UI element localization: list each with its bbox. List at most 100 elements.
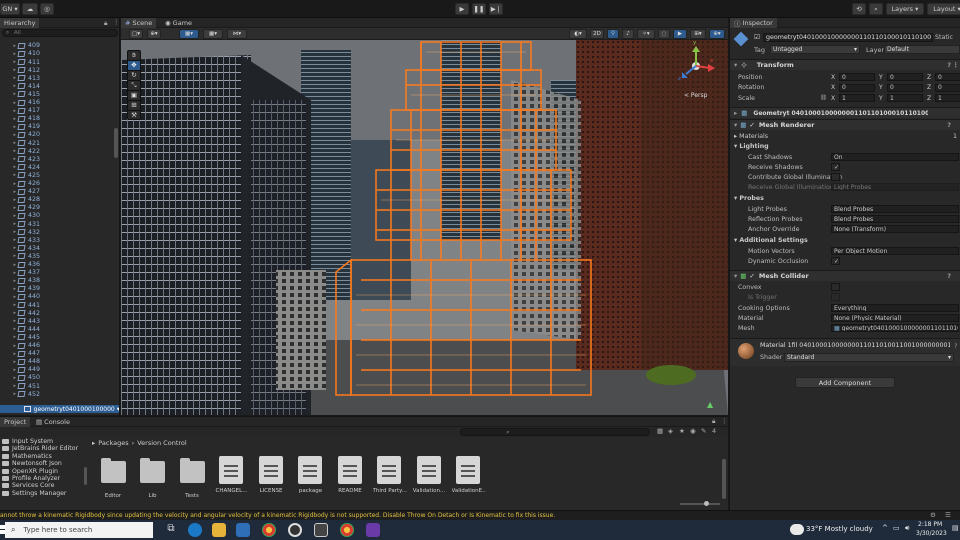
- camera-icon[interactable]: ▶: [673, 29, 687, 39]
- hierarchy-item[interactable]: ▸ 430: [0, 212, 119, 220]
- hierarchy-item[interactable]: ▸ 439: [0, 285, 119, 293]
- project-folder-item[interactable]: Profile Analyzer: [0, 475, 88, 482]
- play-button[interactable]: ▶: [455, 3, 469, 15]
- hierarchy-item[interactable]: ▸ 432: [0, 228, 119, 236]
- chevron-right-icon[interactable]: ▸: [8, 132, 16, 138]
- transform-y-field[interactable]: Y0: [879, 83, 923, 92]
- chevron-right-icon[interactable]: ▸: [8, 156, 16, 162]
- tab-project[interactable]: Project: [0, 417, 31, 427]
- hierarchy-item[interactable]: ▸ 438: [0, 277, 119, 285]
- notifications-icon[interactable]: ▤: [952, 524, 959, 532]
- transform-x-field[interactable]: X0: [831, 73, 875, 81]
- transform-y-field[interactable]: Y1: [879, 94, 923, 102]
- chevron-right-icon[interactable]: ▸: [8, 278, 16, 284]
- chevron-right-icon[interactable]: ▸: [8, 213, 16, 219]
- chevron-right-icon[interactable]: ▸: [8, 51, 16, 57]
- transform-value[interactable]: 0: [935, 83, 960, 92]
- chevron-right-icon[interactable]: ▸: [8, 391, 16, 397]
- rect-tool-icon[interactable]: ▣: [128, 91, 140, 101]
- asset-item[interactable]: Editor: [96, 456, 130, 499]
- chevron-right-icon[interactable]: ▸: [8, 310, 16, 316]
- chevron-right-icon[interactable]: ▸: [8, 375, 16, 381]
- folder-scrollbar[interactable]: [84, 467, 87, 485]
- chevron-right-icon[interactable]: ▸: [8, 367, 16, 373]
- hierarchy-item[interactable]: ▸ 420: [0, 131, 119, 139]
- scene-viewport[interactable]: ✋︎ ✥ ↻ ⤡ ▣ ⊞ ⚒ x y z < Persp ▲: [121, 40, 728, 415]
- transform-z-field[interactable]: Z0: [927, 73, 960, 81]
- transform-header[interactable]: ▾ ⊹ Transform ? ⋮: [730, 59, 960, 70]
- shading-mode-icon[interactable]: ◐▾: [569, 29, 587, 39]
- hierarchy-search-input[interactable]: ⌕ All: [2, 29, 118, 37]
- tag-dropdown[interactable]: Untagged ▾: [770, 45, 860, 54]
- mesh-renderer-header[interactable]: ▾ ▦ ✓ Mesh Renderer ?: [730, 119, 960, 130]
- hierarchy-item[interactable]: ▸ 451: [0, 382, 119, 390]
- hierarchy-item[interactable]: ▸ 442: [0, 309, 119, 317]
- chevron-right-icon[interactable]: ▸: [8, 253, 16, 259]
- grid-icon[interactable]: ▦▾: [203, 29, 223, 39]
- clock-date[interactable]: 3/30/2023: [916, 530, 947, 537]
- volume-icon[interactable]: 🔊︎: [905, 524, 909, 533]
- transform-y-field[interactable]: Y0: [879, 73, 923, 81]
- cast-shadows-dropdown[interactable]: On: [831, 153, 959, 161]
- chevron-right-icon[interactable]: ▸: [8, 43, 16, 49]
- additional-settings-section[interactable]: ▾ Additional Settings: [730, 235, 960, 245]
- hierarchy-scrollbar[interactable]: [114, 128, 118, 158]
- hierarchy-item[interactable]: ▸ 426: [0, 180, 119, 188]
- hierarchy-item[interactable]: ▸ 425: [0, 172, 119, 180]
- hierarchy-item[interactable]: ▸ 427: [0, 188, 119, 196]
- hierarchy-item[interactable]: ▸ 409: [0, 42, 119, 50]
- materials-row[interactable]: ▸ Materials 1: [730, 131, 960, 141]
- layer-dropdown[interactable]: Default: [884, 45, 960, 54]
- probes-section[interactable]: ▾ Probes: [730, 193, 960, 203]
- reflection-probes-dropdown[interactable]: Blend Probes: [831, 215, 959, 223]
- asset-item[interactable]: LICENSE: [254, 456, 288, 494]
- lock-icon[interactable]: 🔒︎: [712, 417, 715, 426]
- cooking-options-dropdown[interactable]: Everything: [831, 304, 959, 312]
- help-icon[interactable]: ?: [947, 61, 951, 69]
- project-folder-item[interactable]: Mathematics: [0, 453, 88, 460]
- chevron-right-icon[interactable]: ▸: [8, 286, 16, 292]
- zoom-slider-handle[interactable]: [704, 501, 709, 506]
- hierarchy-item[interactable]: ▸ 413: [0, 74, 119, 82]
- lock-icon[interactable]: 🔒︎: [104, 19, 107, 28]
- tab-scene[interactable]: # Scene: [121, 18, 157, 28]
- chevron-right-icon[interactable]: ▸: [8, 75, 16, 81]
- hierarchy-item[interactable]: ▸ 436: [0, 261, 119, 269]
- collider-mesh-field[interactable]: ▦ geometryt040100010000000110110100: [831, 324, 959, 332]
- chevron-right-icon[interactable]: ▸: [8, 302, 16, 308]
- hierarchy-item[interactable]: ▸ 428: [0, 196, 119, 204]
- draw-mode-icon[interactable]: ▢▾: [129, 29, 143, 39]
- hierarchy-item[interactable]: ▸ 417: [0, 107, 119, 115]
- effects-icon[interactable]: ✧▾: [637, 29, 655, 39]
- hierarchy-item[interactable]: ▸ 433: [0, 236, 119, 244]
- renderer-enabled-checkbox[interactable]: ✓: [749, 121, 754, 129]
- asset-item[interactable]: Validation...: [412, 456, 446, 494]
- more-icon[interactable]: ⋮: [953, 61, 960, 69]
- chevron-right-icon[interactable]: ▸: [8, 197, 16, 203]
- pause-button[interactable]: ❚❚: [472, 3, 486, 15]
- hierarchy-item[interactable]: ▸ 410: [0, 50, 119, 58]
- collab-icon[interactable]: ◎: [40, 3, 54, 15]
- chevron-right-icon[interactable]: ▸: [8, 172, 16, 178]
- help-icon[interactable]: ?: [954, 342, 957, 350]
- chevron-right-icon[interactable]: ▸: [8, 270, 16, 276]
- audio-icon[interactable]: ♪: [622, 29, 634, 39]
- layout-dropdown[interactable]: Layout ▾: [927, 3, 960, 15]
- progress-icon[interactable]: ⚙: [930, 511, 936, 519]
- transform-z-field[interactable]: Z1: [927, 94, 960, 102]
- lighting-icon[interactable]: 💡︎: [607, 29, 619, 39]
- project-folder-item[interactable]: Settings Manager: [0, 490, 88, 497]
- cloud-icon[interactable]: ☁: [22, 3, 38, 15]
- hierarchy-item[interactable]: ▸ 419: [0, 123, 119, 131]
- chevron-right-icon[interactable]: ▸: [8, 189, 16, 195]
- increment-snap-icon[interactable]: ⋈▾: [227, 29, 247, 39]
- filter-by-type-icon[interactable]: ▦: [657, 427, 663, 435]
- grid-snap-icon[interactable]: ▦▾: [179, 29, 199, 39]
- hierarchy-selected-row[interactable]: geometryt0401000100000 ▾: [0, 405, 119, 413]
- hierarchy-item[interactable]: ▸ 414: [0, 83, 119, 91]
- project-folder-item[interactable]: OpenXR Plugin: [0, 468, 88, 475]
- chrome-profile-icon[interactable]: [340, 523, 354, 537]
- history-icon[interactable]: ⟲: [852, 3, 866, 15]
- asset-item[interactable]: README: [333, 456, 367, 494]
- receive-shadows-checkbox[interactable]: ✓: [831, 163, 840, 171]
